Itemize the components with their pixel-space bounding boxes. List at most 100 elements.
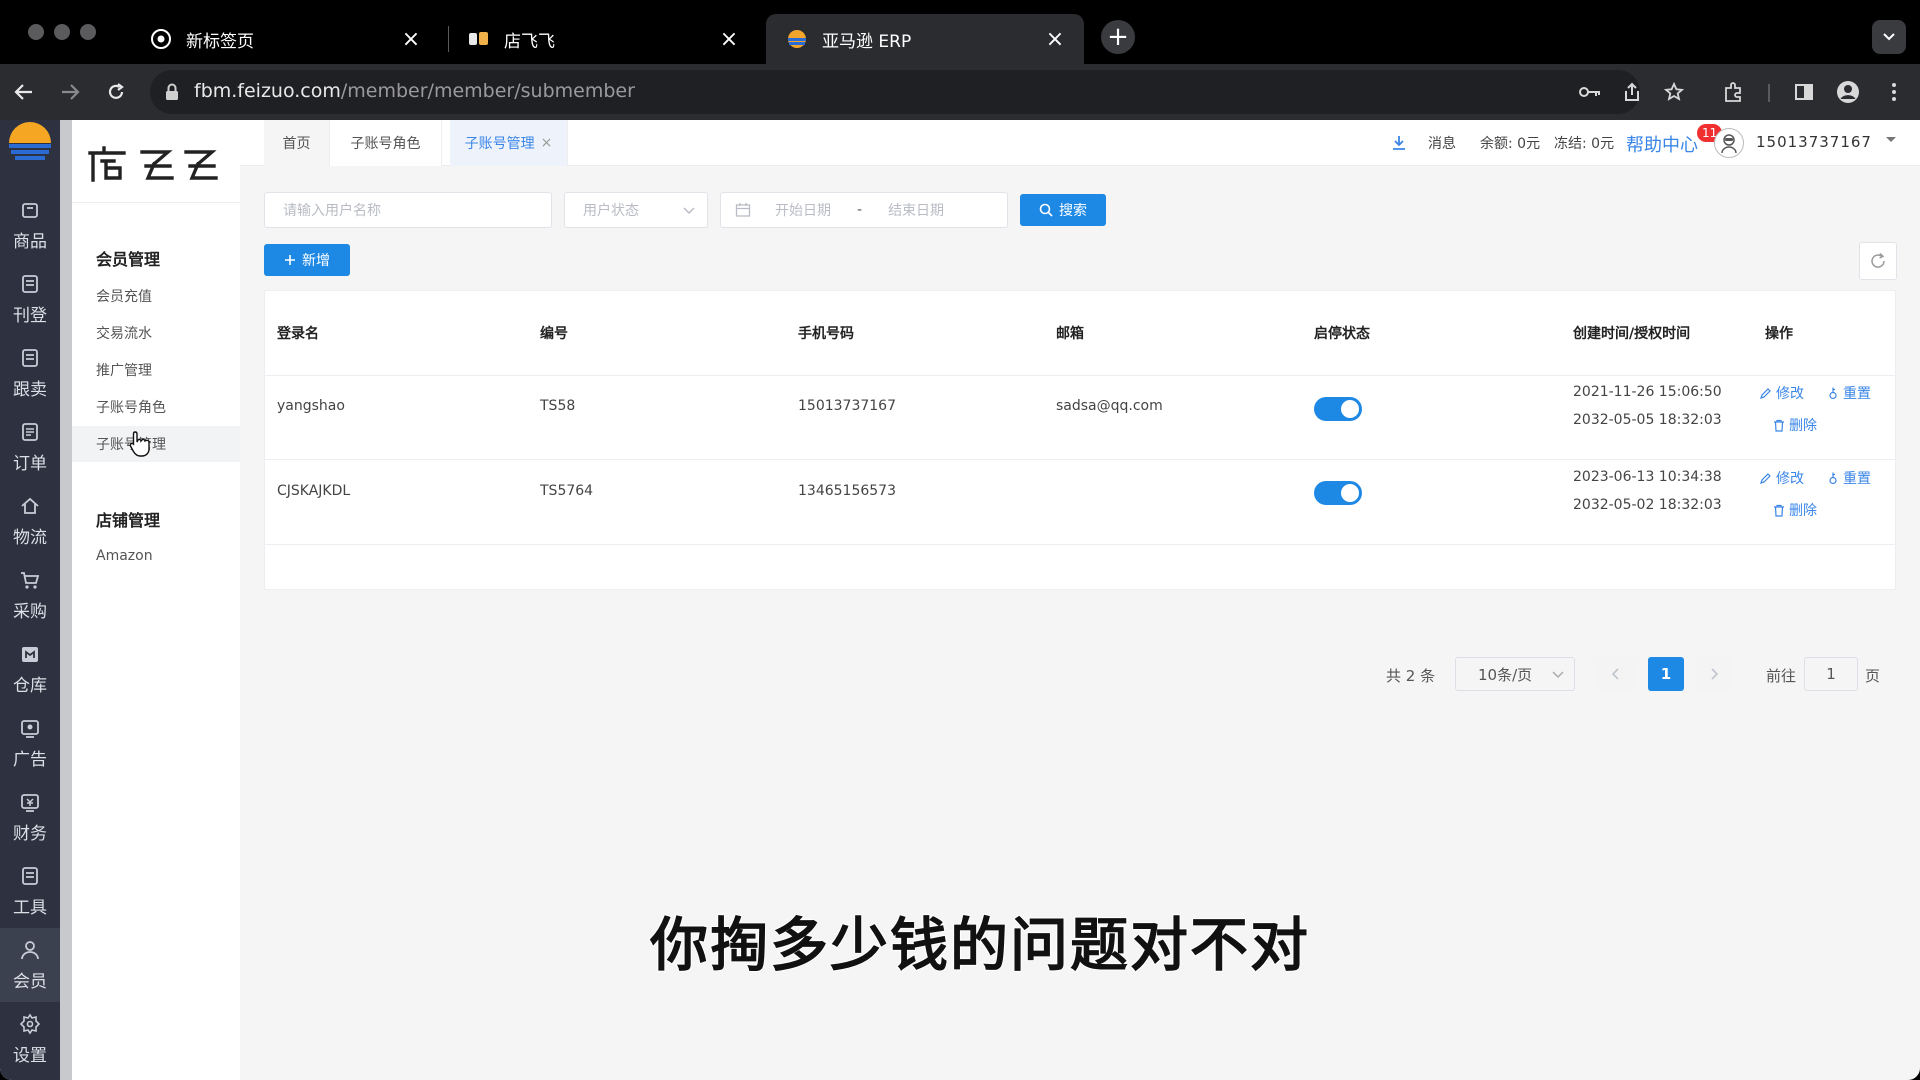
table-divider bbox=[265, 459, 1897, 460]
frozen-text: 冻结: 0元 bbox=[1554, 136, 1615, 152]
iconbar-item-ads[interactable]: 广告 bbox=[0, 706, 60, 780]
iconbar-item-tools[interactable]: 工具 bbox=[0, 854, 60, 928]
side-panel-icon[interactable] bbox=[1792, 80, 1816, 104]
messages-link[interactable]: 消息 bbox=[1428, 120, 1456, 166]
brand-logo bbox=[84, 138, 234, 188]
iconbar-item-finance[interactable]: 财务 bbox=[0, 780, 60, 854]
iconbar-item-settings[interactable]: 设置 bbox=[0, 1002, 60, 1076]
edit-button[interactable]: 修改 bbox=[1759, 383, 1804, 403]
date-separator: - bbox=[857, 202, 863, 218]
delete-button[interactable]: 删除 bbox=[1773, 415, 1817, 435]
iconbar-label: 会员 bbox=[13, 971, 47, 992]
delete-label: 删除 bbox=[1789, 503, 1817, 519]
column-header-time: 创建时间/授权时间 bbox=[1573, 326, 1691, 342]
menu-item-recharge[interactable]: 会员充值 bbox=[72, 278, 240, 314]
back-arrow-icon[interactable] bbox=[6, 74, 42, 110]
key-icon[interactable] bbox=[1578, 80, 1602, 104]
browser-tab-amazon-erp[interactable]: 亚马逊 ERP × bbox=[766, 14, 1084, 64]
iconbar-label: 跟卖 bbox=[13, 379, 47, 400]
url-text: fbm.feizuo.com/member/member/submember bbox=[194, 80, 635, 102]
page-tab-home[interactable]: 首页 bbox=[264, 120, 330, 166]
status-toggle[interactable] bbox=[1314, 397, 1362, 421]
browser-tab-dianfeifei[interactable]: 店飞飞 × bbox=[448, 14, 758, 64]
menu-item-amazon[interactable]: Amazon bbox=[72, 538, 240, 574]
share-icon[interactable] bbox=[1620, 80, 1644, 104]
extensions-puzzle-icon[interactable] bbox=[1722, 80, 1746, 104]
reset-button[interactable]: 重置 bbox=[1827, 383, 1871, 403]
avatar[interactable] bbox=[1714, 128, 1744, 158]
page-tab-label: 首页 bbox=[282, 136, 311, 152]
zoom-window-button[interactable] bbox=[80, 24, 96, 40]
user-status-select[interactable]: 用户状态 bbox=[564, 192, 708, 228]
iconbar-label: 订单 bbox=[13, 453, 47, 474]
user-dropdown-chevron-icon[interactable] bbox=[1885, 133, 1897, 147]
app-logo-icon bbox=[7, 120, 53, 166]
prev-page-button[interactable] bbox=[1598, 657, 1634, 691]
menu-item-promotion[interactable]: 推广管理 bbox=[72, 352, 240, 388]
search-button[interactable]: 搜索 bbox=[1020, 194, 1106, 226]
chevron-down-icon bbox=[1552, 671, 1564, 679]
new-tab-button[interactable]: + bbox=[1101, 20, 1135, 54]
bookmark-star-icon[interactable] bbox=[1662, 80, 1686, 104]
browser-tab-new-tab[interactable]: 新标签页 × bbox=[130, 14, 440, 64]
goto-page-input[interactable]: 1 bbox=[1804, 657, 1858, 691]
add-button[interactable]: 新增 bbox=[264, 244, 350, 276]
current-page-button[interactable]: 1 bbox=[1648, 657, 1684, 691]
tab-close-icon[interactable]: × bbox=[714, 24, 744, 54]
toolbar-separator bbox=[1768, 84, 1770, 102]
address-bar[interactable]: fbm.feizuo.com/member/member/submember bbox=[150, 70, 1684, 114]
iconbar-item-logistics[interactable]: 物流 bbox=[0, 484, 60, 558]
profile-icon[interactable] bbox=[1836, 80, 1860, 104]
forward-arrow-icon[interactable] bbox=[52, 74, 88, 110]
menu-item-subaccount-manage[interactable]: 子账号管理 bbox=[72, 426, 240, 462]
reload-icon[interactable] bbox=[98, 74, 134, 110]
date-range-picker[interactable]: 开始日期 - 结束日期 bbox=[720, 192, 1008, 228]
minimize-window-button[interactable] bbox=[54, 24, 70, 40]
balance-text: 余额: 0元 bbox=[1480, 136, 1541, 152]
plus-icon bbox=[285, 255, 295, 265]
sidebar-scrollbar[interactable] bbox=[60, 120, 72, 1080]
iconbar-item-member[interactable]: 会员 bbox=[0, 928, 60, 1002]
menu-item-transactions[interactable]: 交易流水 bbox=[72, 315, 240, 351]
page-size-select[interactable]: 10条/页 bbox=[1455, 657, 1575, 691]
page-header: 首页 子账号角色 子账号管理 × 消息 11 余额: 0元 冻结: 0元 帮助中心… bbox=[240, 120, 1920, 166]
iconbar-label: 仓库 bbox=[13, 675, 47, 696]
page-tab-label: 子账号角色 bbox=[350, 136, 421, 152]
help-center-link[interactable]: 帮助中心 bbox=[1626, 131, 1698, 157]
trash-icon bbox=[1774, 504, 1784, 517]
edit-button[interactable]: 修改 bbox=[1759, 468, 1804, 488]
iconbar-label: 设置 bbox=[13, 1045, 47, 1066]
cell-login: CJSKAJKDL bbox=[277, 483, 351, 499]
iconbar-item-warehouse[interactable]: 仓库 bbox=[0, 632, 60, 706]
more-vertical-icon[interactable] bbox=[1882, 80, 1906, 104]
doc-icon bbox=[22, 274, 38, 293]
page-tab-close-icon[interactable]: × bbox=[541, 135, 553, 151]
column-header-email: 邮箱 bbox=[1056, 326, 1084, 342]
column-header-status: 启停状态 bbox=[1314, 326, 1370, 342]
status-toggle[interactable] bbox=[1314, 481, 1362, 505]
calendar-icon bbox=[735, 203, 751, 217]
page-tab-subaccount-roles[interactable]: 子账号角色 bbox=[330, 120, 442, 166]
page-tab-subaccount-manage[interactable]: 子账号管理 × bbox=[450, 120, 568, 166]
tab-close-icon[interactable]: × bbox=[1040, 24, 1070, 54]
tab-search-chevron-icon[interactable] bbox=[1872, 20, 1906, 54]
iconbar-item-listing[interactable]: 刊登 bbox=[0, 262, 60, 336]
iconbar-item-follow-sell[interactable]: 跟卖 bbox=[0, 336, 60, 410]
iconbar-item-orders[interactable]: 订单 bbox=[0, 410, 60, 484]
column-header-actions: 操作 bbox=[1765, 326, 1793, 342]
iconbar-item-purchase[interactable]: 采购 bbox=[0, 558, 60, 632]
username-text[interactable]: 15013737167 bbox=[1756, 133, 1872, 151]
username-search-input[interactable]: 请输入用户名称 bbox=[264, 192, 552, 228]
delete-button[interactable]: 删除 bbox=[1773, 500, 1817, 520]
refresh-button[interactable] bbox=[1859, 242, 1897, 280]
box-icon bbox=[22, 202, 38, 218]
reset-button[interactable]: 重置 bbox=[1827, 468, 1871, 488]
iconbar-item-products[interactable]: 商品 bbox=[0, 188, 60, 262]
iconbar-label: 刊登 bbox=[13, 305, 47, 326]
tab-close-icon[interactable]: × bbox=[396, 24, 426, 54]
column-header-phone: 手机号码 bbox=[798, 326, 854, 342]
download-icon[interactable] bbox=[1390, 120, 1408, 166]
close-window-button[interactable] bbox=[28, 24, 44, 40]
menu-item-subaccount-roles[interactable]: 子账号角色 bbox=[72, 389, 240, 425]
next-page-button[interactable] bbox=[1696, 657, 1732, 691]
